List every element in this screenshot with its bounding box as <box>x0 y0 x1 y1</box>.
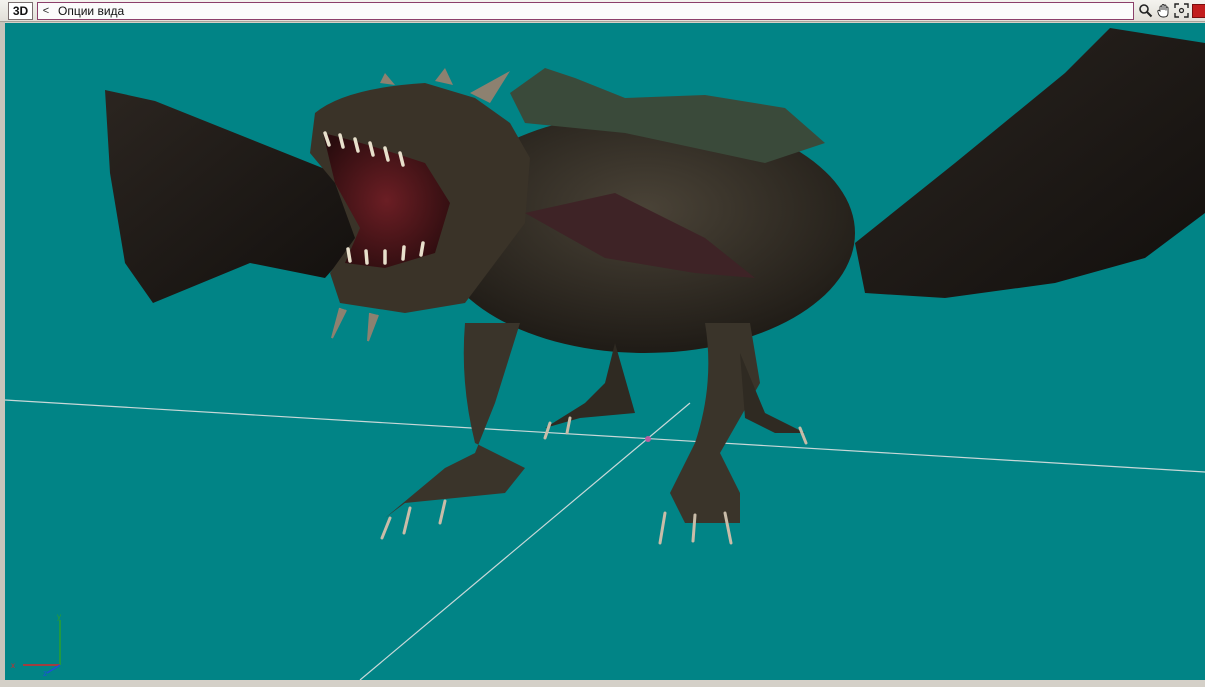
axis-y-label: y <box>57 612 61 621</box>
right-wing <box>855 28 1205 298</box>
axis-gizmo: y x z <box>11 612 61 678</box>
fit-view-icon[interactable] <box>1174 3 1189 18</box>
grid-line-z <box>359 402 691 680</box>
close-red-icon[interactable] <box>1192 4 1205 18</box>
origin-marker <box>645 436 651 442</box>
dragon-scene: y x z <box>5 28 1205 680</box>
front-left-leg <box>385 323 525 518</box>
view-options-label[interactable]: Опции вида <box>54 3 124 19</box>
zoom-icon[interactable] <box>1138 3 1153 18</box>
view-toolbar: 3D < Опции вида <box>0 0 1205 22</box>
viewport-bottom-frame <box>0 680 1205 687</box>
view-tools <box>1138 3 1205 19</box>
collapse-chevron[interactable]: < <box>38 3 54 19</box>
view-options-bar[interactable]: < Опции вида <box>37 2 1134 20</box>
chin-spikes <box>331 307 379 342</box>
pan-hand-icon[interactable] <box>1156 3 1171 18</box>
axis-x-label: x <box>11 661 15 670</box>
front-right-leg <box>670 323 760 523</box>
axis-z-label: z <box>43 669 47 678</box>
rear-left-leg <box>545 343 635 428</box>
3d-viewport[interactable]: y x z <box>5 23 1205 680</box>
view-mode-3d-button[interactable]: 3D <box>8 2 33 20</box>
